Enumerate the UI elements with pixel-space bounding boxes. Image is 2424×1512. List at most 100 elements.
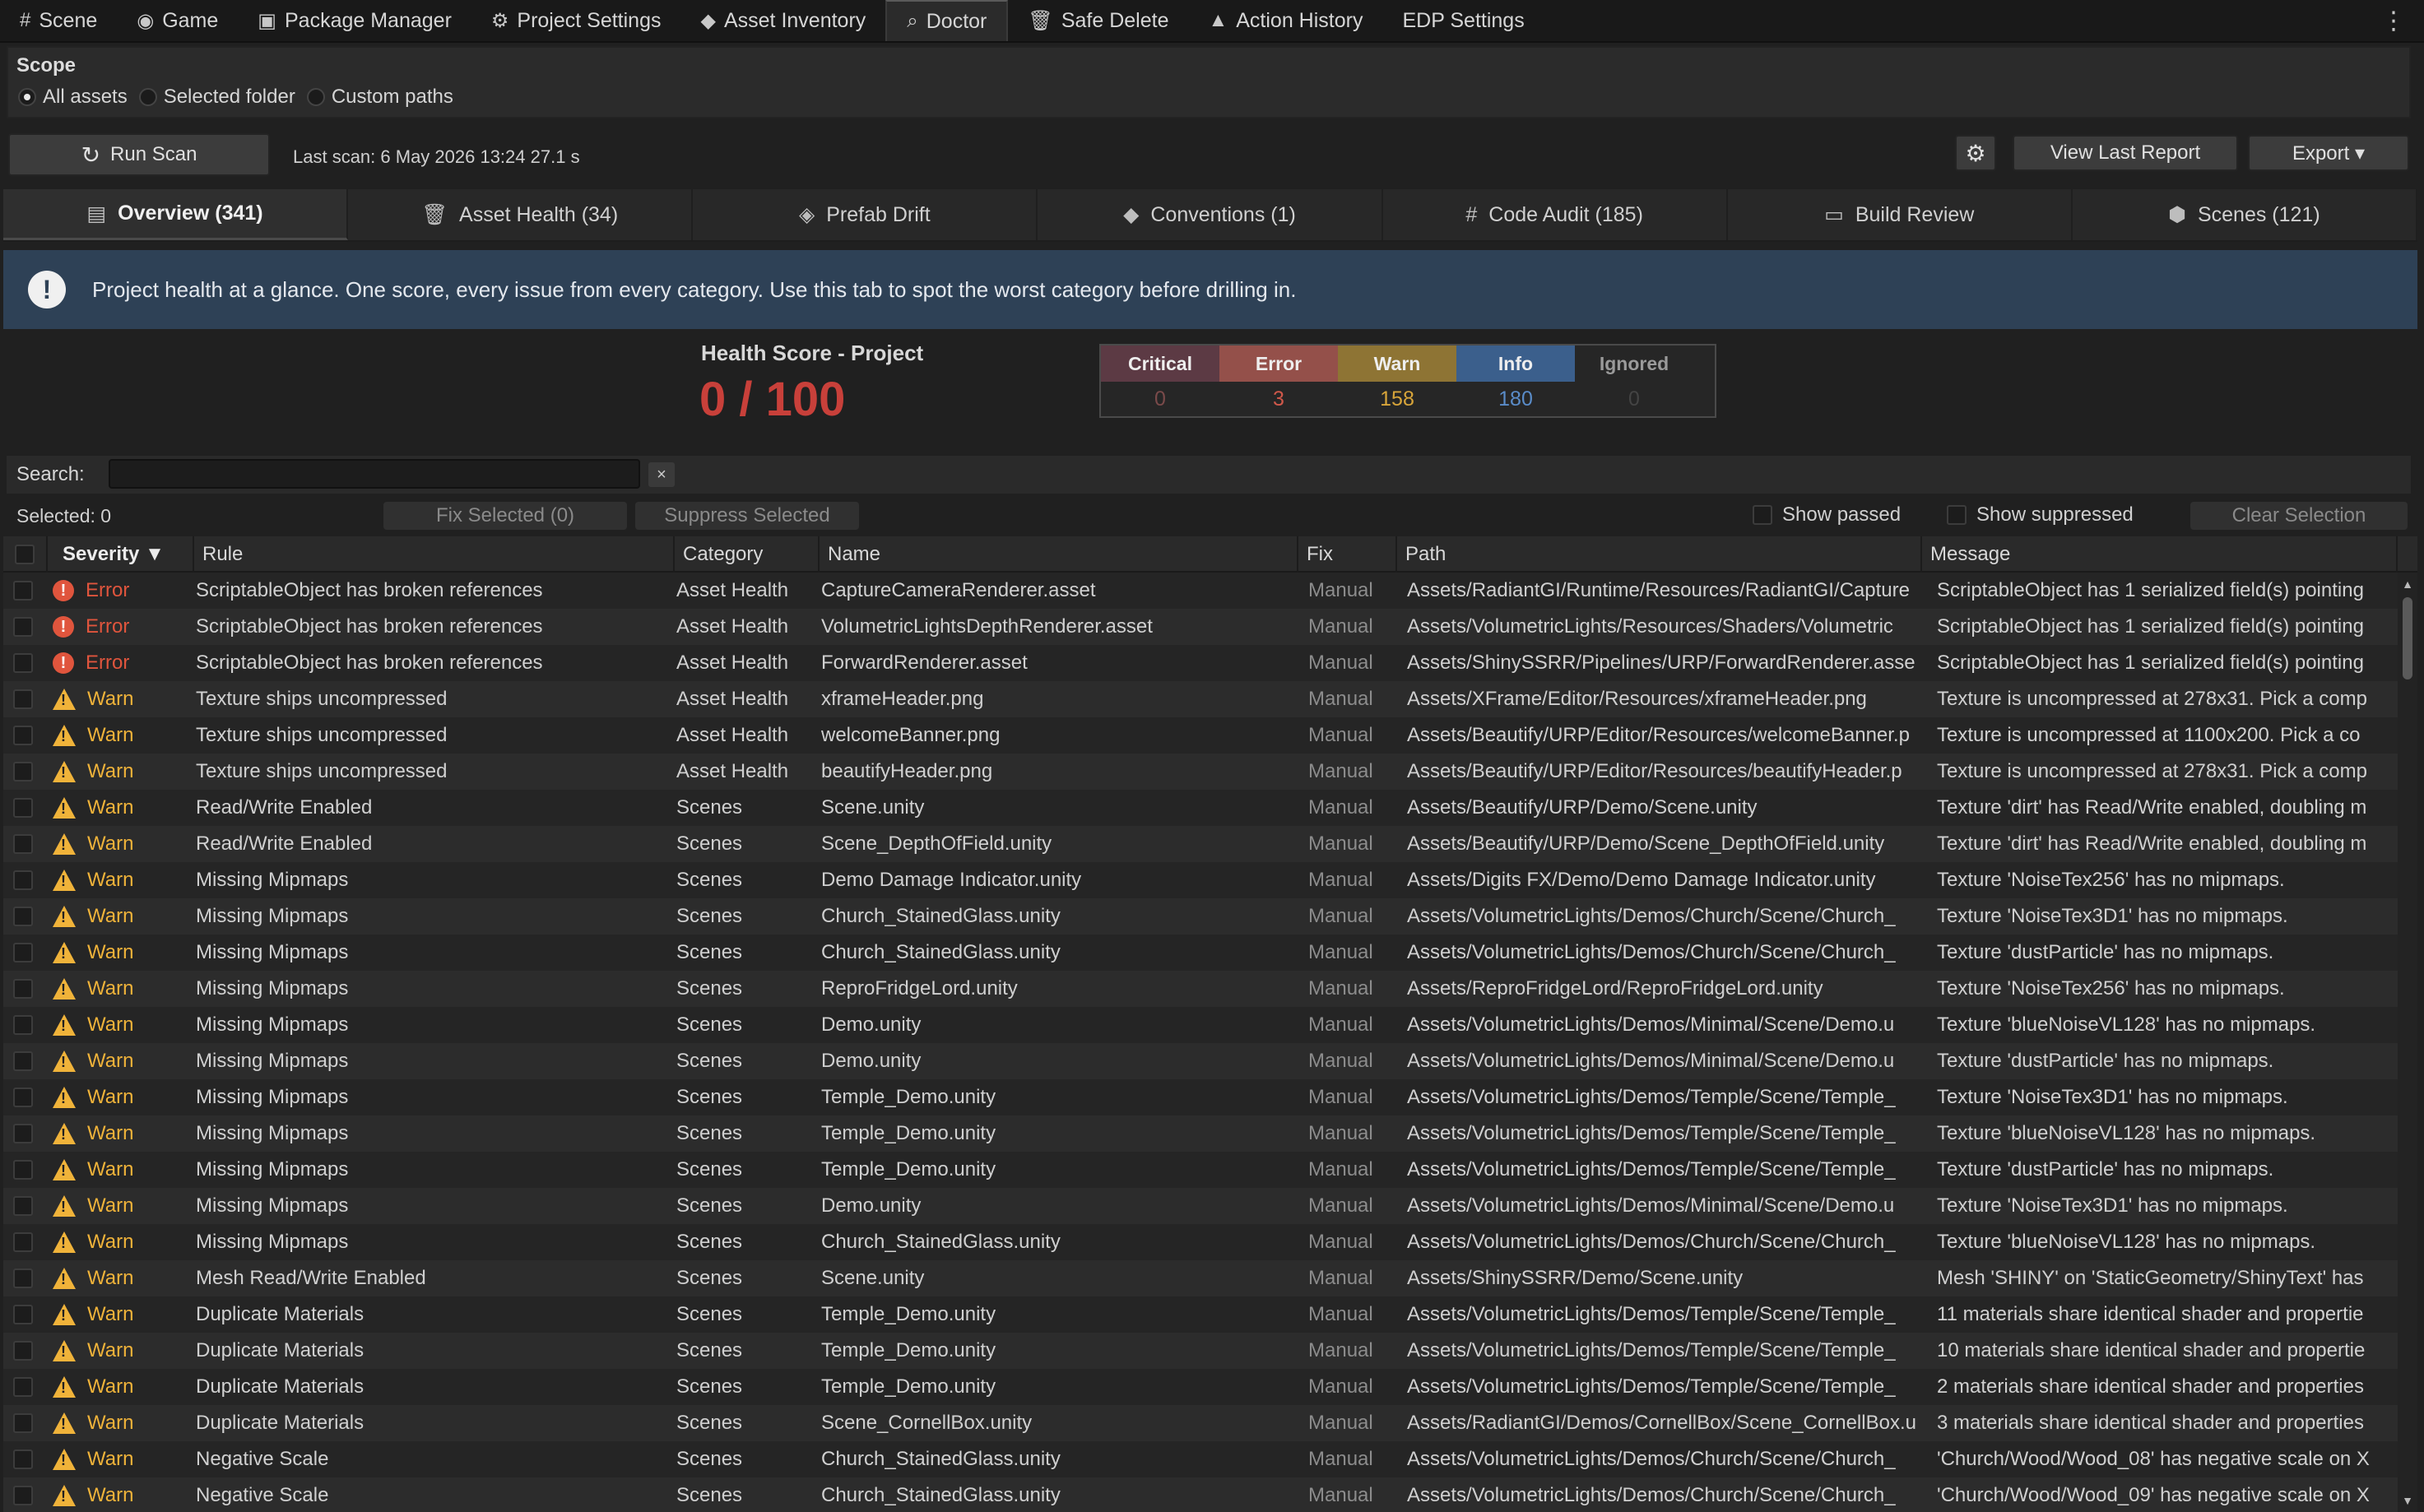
table-row[interactable]: Warn Read/Write Enabled Scenes Scene.unity M…: [3, 790, 2398, 826]
export-dropdown-button[interactable]: Export ▾: [2248, 135, 2409, 171]
search-input[interactable]: [109, 459, 640, 489]
row-checkbox[interactable]: [13, 862, 38, 898]
settings-button[interactable]: ⚙: [1955, 135, 1996, 171]
row-checkbox[interactable]: [13, 1260, 38, 1296]
table-row[interactable]: Warn Missing Mipmaps Scenes ReproFridgeLord…: [3, 971, 2398, 1007]
clear-selection-button[interactable]: Clear Selection: [2190, 502, 2408, 530]
tab-conventions[interactable]: ◆ Conventions (1): [1038, 189, 1383, 240]
row-checkbox[interactable]: [13, 1405, 38, 1441]
table-row[interactable]: Warn Missing Mipmaps Scenes Demo.unity Manua…: [3, 1043, 2398, 1079]
show-passed-toggle[interactable]: Show passed: [1753, 503, 1901, 526]
top-tab-game[interactable]: ◉ Game: [117, 0, 238, 41]
table-row[interactable]: ! Error ScriptableObject has broken refere…: [3, 645, 2398, 681]
top-tab-project-settings[interactable]: ⚙ Project Settings: [471, 0, 681, 41]
row-checkbox[interactable]: [13, 1079, 38, 1115]
fix-selected-button[interactable]: Fix Selected (0): [383, 502, 627, 530]
row-checkbox[interactable]: [13, 1115, 38, 1152]
run-scan-button[interactable]: ↻ Run Scan: [8, 133, 270, 176]
top-tab-edp-settings[interactable]: EDP Settings: [1382, 0, 1544, 41]
row-checkbox[interactable]: [13, 898, 38, 935]
category-cell: Scenes: [676, 1086, 743, 1108]
tab-overview[interactable]: ▤ Overview (341): [3, 189, 349, 240]
table-row[interactable]: Warn Missing Mipmaps Scenes Church_StainedG…: [3, 898, 2398, 935]
top-tab-doctor[interactable]: ⌕ Doctor: [885, 0, 1009, 41]
row-checkbox[interactable]: [13, 754, 38, 790]
table-row[interactable]: Warn Missing Mipmaps Scenes Demo.unity Manua…: [3, 1188, 2398, 1224]
table-row[interactable]: Warn Missing Mipmaps Scenes Demo Damage Ind…: [3, 862, 2398, 898]
table-row[interactable]: Warn Texture ships uncompressed Asset Heal…: [3, 754, 2398, 790]
tab-scenes[interactable]: ⬢ Scenes (121): [2073, 189, 2417, 240]
health-score-title: Health Score - Project: [701, 341, 924, 365]
table-scrollbar[interactable]: ▲ ▼: [2398, 573, 2417, 1512]
row-checkbox[interactable]: [13, 717, 38, 754]
top-tab-action-history[interactable]: ▲ Action History: [1188, 0, 1382, 41]
table-row[interactable]: Warn Duplicate Materials Scenes Temple_Demo…: [3, 1296, 2398, 1333]
table-row[interactable]: Warn Mesh Read/Write Enabled Scenes Scene.u…: [3, 1260, 2398, 1296]
row-checkbox[interactable]: [13, 1007, 38, 1043]
column-header-fix[interactable]: Fix: [1300, 536, 1397, 573]
row-checkbox[interactable]: [13, 1477, 38, 1512]
table-row[interactable]: Warn Missing Mipmaps Scenes Church_StainedG…: [3, 935, 2398, 971]
table-row[interactable]: Warn Texture ships uncompressed Asset Heal…: [3, 681, 2398, 717]
tab-asset-health[interactable]: 🗑 Asset Health (34): [348, 189, 694, 240]
top-tab-scene[interactable]: # Scene: [0, 0, 117, 41]
row-checkbox[interactable]: [13, 609, 38, 645]
select-all-checkbox[interactable]: [3, 536, 48, 573]
scope-radio-selected-folder[interactable]: Selected folder: [138, 86, 295, 109]
row-checkbox[interactable]: [13, 1333, 38, 1369]
table-row[interactable]: Warn Negative Scale Scenes Church_StainedGl…: [3, 1441, 2398, 1477]
top-tab-package-manager[interactable]: ▣ Package Manager: [238, 0, 471, 41]
message-cell: ScriptableObject has 1 serialized field(…: [1937, 579, 2364, 601]
rule-cell: Missing Mipmaps: [196, 1194, 349, 1217]
row-checkbox[interactable]: [13, 971, 38, 1007]
row-checkbox[interactable]: [13, 826, 38, 862]
row-checkbox[interactable]: [13, 681, 38, 717]
row-checkbox[interactable]: [13, 1043, 38, 1079]
column-header-severity[interactable]: Severity ▼: [49, 536, 194, 573]
column-header-name[interactable]: Name: [821, 536, 1298, 573]
tab-prefab-drift[interactable]: ◈ Prefab Drift: [693, 189, 1038, 240]
row-checkbox[interactable]: [13, 790, 38, 826]
table-row[interactable]: ! Error ScriptableObject has broken refere…: [3, 573, 2398, 609]
table-row[interactable]: Warn Duplicate Materials Scenes Temple_Demo…: [3, 1333, 2398, 1369]
row-checkbox[interactable]: [13, 1224, 38, 1260]
row-checkbox[interactable]: [13, 935, 38, 971]
table-row[interactable]: Warn Negative Scale Scenes Church_StainedGl…: [3, 1477, 2398, 1512]
column-header-category[interactable]: Category: [676, 536, 820, 573]
row-checkbox[interactable]: [13, 1441, 38, 1477]
table-row[interactable]: Warn Missing Mipmaps Scenes Temple_Demo.uni…: [3, 1152, 2398, 1188]
more-options-icon[interactable]: ⋮: [2363, 0, 2424, 41]
table-row[interactable]: Warn Missing Mipmaps Scenes Temple_Demo.uni…: [3, 1079, 2398, 1115]
column-header-rule[interactable]: Rule: [196, 536, 675, 573]
tab-code-audit[interactable]: # Code Audit (185): [1383, 189, 1728, 240]
row-checkbox[interactable]: [13, 573, 38, 609]
top-tab-asset-inventory[interactable]: ◆ Asset Inventory: [681, 0, 886, 41]
clear-search-button[interactable]: ×: [648, 462, 675, 487]
table-row[interactable]: Warn Duplicate Materials Scenes Scene_Corne…: [3, 1405, 2398, 1441]
scope-radio-all-assets[interactable]: All assets: [18, 86, 128, 109]
scroll-down-icon[interactable]: ▼: [2401, 1494, 2414, 1507]
suppress-selected-button[interactable]: Suppress Selected: [635, 502, 859, 530]
table-row[interactable]: Warn Duplicate Materials Scenes Temple_Demo…: [3, 1369, 2398, 1405]
warning-icon: [53, 1087, 76, 1108]
table-row[interactable]: Warn Missing Mipmaps Scenes Temple_Demo.uni…: [3, 1115, 2398, 1152]
row-checkbox[interactable]: [13, 1188, 38, 1224]
table-row[interactable]: ! Error ScriptableObject has broken refere…: [3, 609, 2398, 645]
show-suppressed-toggle[interactable]: Show suppressed: [1947, 503, 2134, 526]
table-row[interactable]: Warn Missing Mipmaps Scenes Demo.unity Manua…: [3, 1007, 2398, 1043]
table-row[interactable]: Warn Read/Write Enabled Scenes Scene_DepthO…: [3, 826, 2398, 862]
table-row[interactable]: Warn Texture ships uncompressed Asset Heal…: [3, 717, 2398, 754]
table-row[interactable]: Warn Missing Mipmaps Scenes Church_StainedG…: [3, 1224, 2398, 1260]
top-tab-safe-delete[interactable]: 🗑 Safe Delete: [1008, 0, 1188, 41]
row-checkbox[interactable]: [13, 1152, 38, 1188]
scrollbar-thumb[interactable]: [2403, 597, 2412, 679]
row-checkbox[interactable]: [13, 1369, 38, 1405]
view-last-report-button[interactable]: View Last Report: [2013, 135, 2238, 171]
row-checkbox[interactable]: [13, 1296, 38, 1333]
column-header-path[interactable]: Path: [1399, 536, 1922, 573]
column-header-message[interactable]: Message: [1924, 536, 2398, 573]
row-checkbox[interactable]: [13, 645, 38, 681]
tab-build-review[interactable]: ▭ Build Review: [1728, 189, 2073, 240]
scroll-up-icon[interactable]: ▲: [2401, 577, 2414, 591]
scope-radio-custom-paths[interactable]: Custom paths: [306, 86, 453, 109]
